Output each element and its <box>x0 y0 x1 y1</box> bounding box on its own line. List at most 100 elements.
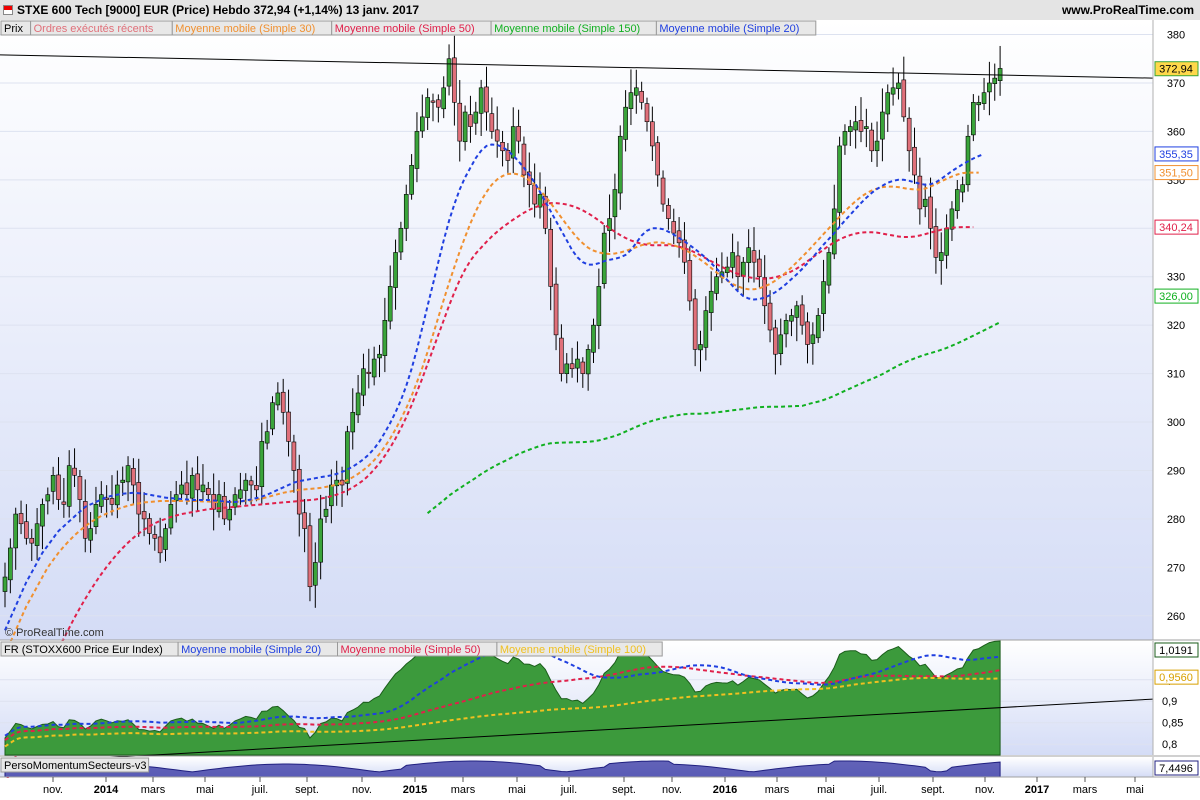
price-value-tag: 355,35 <box>1154 146 1199 162</box>
candle-body <box>163 528 168 550</box>
candle-body <box>874 140 880 152</box>
candle-body <box>751 250 757 263</box>
candle-body <box>56 474 61 500</box>
legend-label: Prix <box>4 23 23 35</box>
price-value-tag: 340,24 <box>1154 219 1199 235</box>
momentum-legend: PersoMomentumSecteurs-v3 <box>0 757 150 773</box>
candle-body <box>307 525 313 588</box>
price-panel-background <box>0 20 1153 640</box>
momentum-value-tags: 7,4496 <box>1154 760 1199 776</box>
candle-body <box>505 149 511 161</box>
flag-icon <box>3 5 13 15</box>
candle-body <box>596 286 602 326</box>
candle-body <box>789 315 794 322</box>
value-tag-label: 0,9560 <box>1159 672 1193 684</box>
price-value-tag: 351,50 <box>1154 165 1199 181</box>
price-legend: Prix Ordres exécutés récents Moyenne mobil… <box>0 20 817 36</box>
candle-body <box>489 113 495 132</box>
candle-body <box>88 528 93 541</box>
candle-body <box>409 165 414 195</box>
site-label[interactable]: www.ProRealTime.com <box>1062 3 1194 17</box>
relative-strength-panel[interactable]: 0,80,850,90,95 1,01910,9560 FR (STOXX600… <box>0 640 1200 765</box>
candle-body <box>393 252 398 288</box>
candle-body <box>473 111 479 124</box>
candle-body <box>398 227 404 253</box>
candle-body <box>259 441 265 488</box>
candle-body <box>880 111 885 140</box>
candle-body <box>992 77 998 84</box>
time-tick-label: 2016 <box>713 784 737 796</box>
candle-body <box>312 562 318 586</box>
candle-body <box>99 494 104 507</box>
candle-body <box>650 121 655 147</box>
time-tick-label: mars <box>141 784 166 796</box>
price-tick-label: 360 <box>1167 126 1185 138</box>
time-tick-label: juil. <box>870 784 888 796</box>
candle-body <box>644 103 650 123</box>
legend-label: Moyenne mobile (Simple 100) <box>500 644 646 656</box>
candle-body <box>296 468 302 515</box>
candle-body <box>323 508 329 517</box>
candle-body <box>628 92 634 109</box>
candle-body <box>227 508 232 521</box>
candle-body <box>548 229 554 287</box>
candle-body <box>698 344 703 351</box>
value-tag-label: 351,50 <box>1159 168 1193 180</box>
candle-body <box>922 198 928 207</box>
price-tick-label: 270 <box>1167 562 1185 574</box>
candle-body <box>660 177 666 205</box>
candle-body <box>896 82 901 89</box>
candle-body <box>623 106 628 140</box>
candle-body <box>50 475 56 492</box>
chart-canvas[interactable]: 260270280290300310320330340350360370380 … <box>0 20 1200 800</box>
candle-body <box>612 189 618 218</box>
candle-body <box>93 504 99 528</box>
candle-body <box>543 195 548 229</box>
time-tick-label: nov. <box>352 784 372 796</box>
candle-body <box>179 484 184 495</box>
time-tick-label: 2017 <box>1025 784 1049 796</box>
candle-body <box>494 129 500 142</box>
candle-body <box>184 482 190 495</box>
chart-header: STXE 600 Tech [9000] EUR (Price) Hebdo 3… <box>0 0 1200 21</box>
instrument-title: STXE 600 Tech [9000] EUR (Price) Hebdo 3… <box>17 3 420 17</box>
candle-body <box>762 277 768 307</box>
candle-body <box>906 117 912 152</box>
candle-body <box>858 120 864 132</box>
candle-body <box>773 327 778 355</box>
candle-body <box>815 315 821 339</box>
candle-body <box>655 142 661 176</box>
candle-body <box>981 92 987 104</box>
candle-body <box>666 205 671 219</box>
candle-body <box>746 247 751 264</box>
time-axis-background <box>0 778 1200 800</box>
candle-body <box>837 145 842 213</box>
candle-body <box>532 184 537 205</box>
value-tag-label: 1,0191 <box>1159 645 1193 657</box>
candle-body <box>286 411 291 442</box>
momentum-panel[interactable]: 7,4496 PersoMomentumSecteurs-v3 <box>0 757 1200 778</box>
legend-label: FR (STOXX600 Price Eur Index) <box>4 644 163 656</box>
candle-body <box>607 218 612 231</box>
candle-body <box>189 475 195 499</box>
candle-body <box>949 208 955 230</box>
candle-body <box>639 91 644 103</box>
time-tick-label: nov. <box>662 784 682 796</box>
candle-body <box>976 102 982 106</box>
price-tick-label: 310 <box>1167 369 1185 381</box>
price-tick-label: 370 <box>1167 78 1185 90</box>
candle-body <box>633 87 639 96</box>
candle-body <box>831 208 837 255</box>
candle-body <box>382 320 388 356</box>
candle-body <box>783 320 789 335</box>
candle-body <box>580 361 586 374</box>
candle-body <box>740 261 746 277</box>
legend-label: Moyenne mobile (Simple 50) <box>335 23 475 35</box>
candle-body <box>66 465 72 507</box>
candle-body <box>425 97 430 118</box>
candle-body <box>345 431 350 484</box>
candle-body <box>355 392 361 416</box>
time-tick-label: juil. <box>251 784 269 796</box>
rs-legend: FR (STOXX600 Price Eur Index) Moyenne mob… <box>0 641 663 657</box>
watermark: © ProRealTime.com <box>5 627 104 639</box>
